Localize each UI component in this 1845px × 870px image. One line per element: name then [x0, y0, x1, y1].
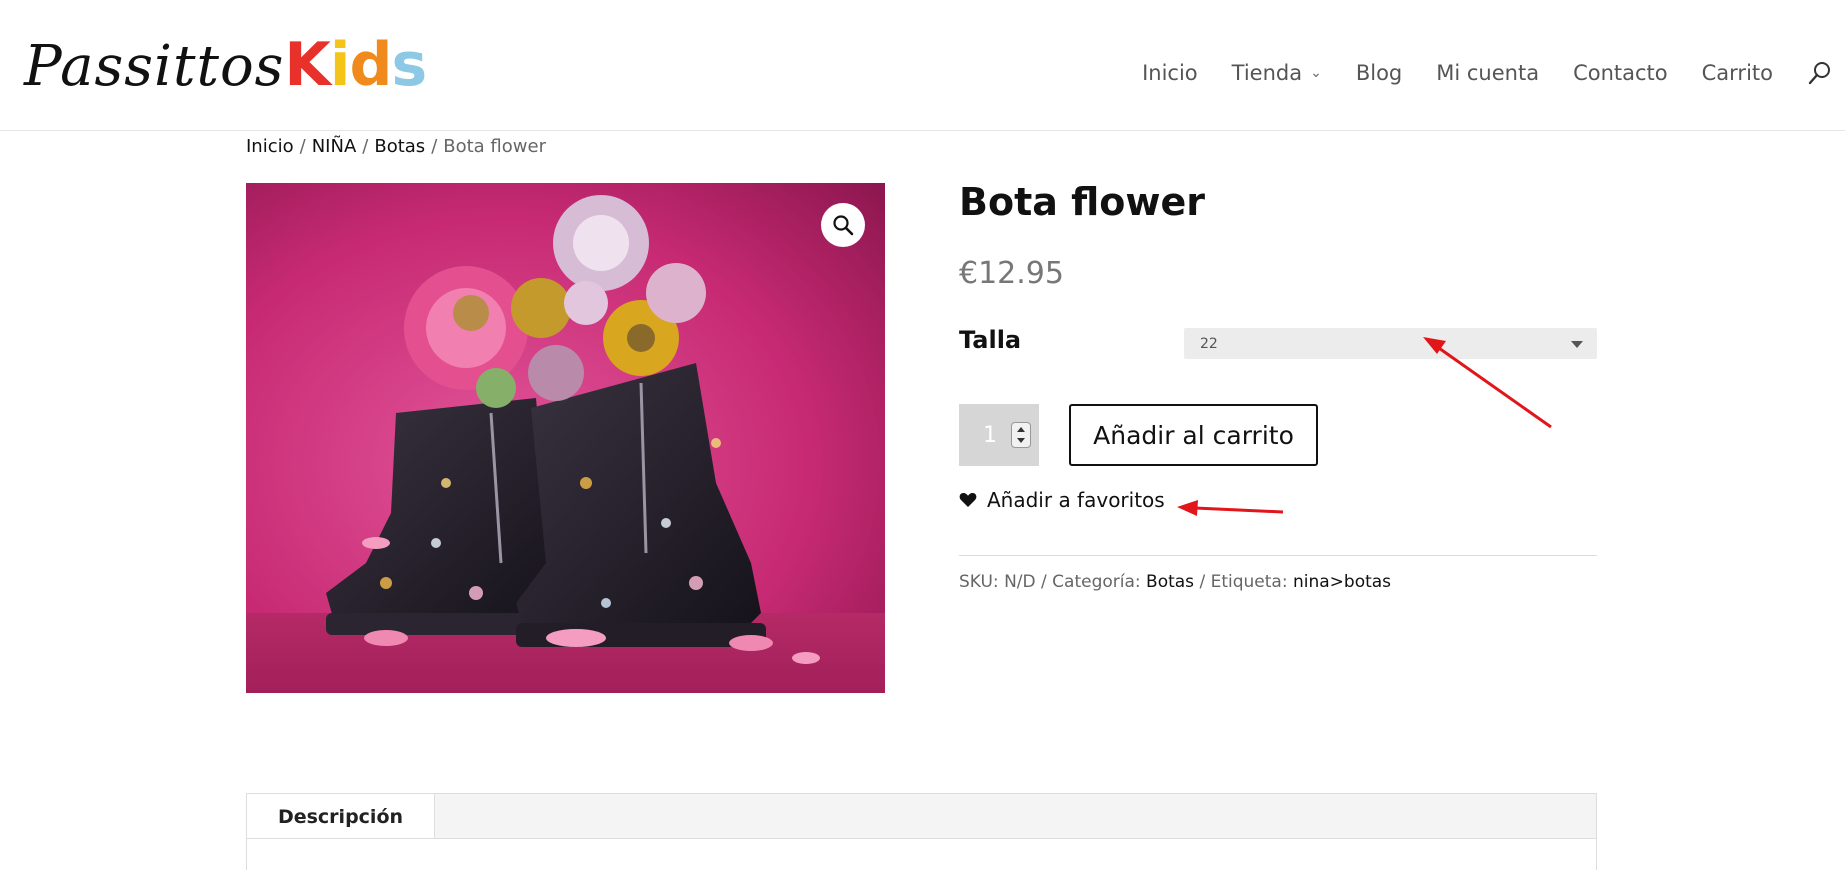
- zoom-button[interactable]: [821, 203, 865, 247]
- chevron-down-icon: ⌄: [1310, 65, 1322, 81]
- site-logo[interactable]: Passittos Kids: [24, 30, 427, 100]
- logo-letter: i: [329, 30, 351, 100]
- main-nav: Inicio Tienda ⌄ Blog Mi cuenta Contacto C…: [1108, 58, 1845, 88]
- add-to-cart-button[interactable]: Añadir al carrito: [1069, 404, 1318, 466]
- nav-item-label: Carrito: [1701, 61, 1773, 85]
- site-header: Passittos Kids Inicio Tienda ⌄ Blog Mi cu…: [0, 0, 1845, 131]
- nav-item-label: Inicio: [1142, 61, 1198, 85]
- nav-item-label: Blog: [1355, 61, 1403, 85]
- summary-divider: [959, 555, 1597, 556]
- logo-text-kids: Kids: [284, 30, 427, 100]
- caret-down-icon: [1571, 341, 1583, 348]
- product-photo: [246, 183, 885, 693]
- heart-icon: [959, 492, 977, 508]
- sku-label: SKU:: [959, 572, 999, 592]
- size-select-value: 22: [1200, 335, 1218, 352]
- stepper-up-icon[interactable]: [1017, 427, 1025, 432]
- product-meta: SKU: N/D / Categoría: Botas / Etiqueta: …: [959, 572, 1392, 592]
- nav-item-inicio[interactable]: Inicio: [1142, 61, 1198, 85]
- logo-letter: K: [284, 30, 330, 100]
- wishlist-label: Añadir a favoritos: [987, 488, 1165, 512]
- breadcrumb-current: Bota flower: [443, 136, 546, 157]
- breadcrumb-separator: /: [299, 136, 306, 157]
- quantity-value: 1: [983, 422, 997, 448]
- quantity-input[interactable]: 1: [959, 404, 1039, 466]
- product-title: Bota flower: [959, 180, 1205, 224]
- tag-label: Etiqueta:: [1210, 572, 1288, 592]
- nav-item-carrito[interactable]: Carrito: [1702, 61, 1773, 85]
- annotation-arrow-wishlist: [1177, 500, 1284, 516]
- breadcrumb-link-inicio[interactable]: Inicio: [246, 136, 294, 157]
- logo-letter: d: [349, 30, 392, 100]
- quantity-stepper[interactable]: [1011, 422, 1031, 448]
- nav-item-contacto[interactable]: Contacto: [1573, 61, 1668, 85]
- breadcrumb-link-botas[interactable]: Botas: [374, 136, 425, 157]
- breadcrumb: Inicio / NIÑA / Botas / Bota flower: [246, 136, 546, 157]
- product-price: €12.95: [959, 256, 1064, 291]
- tab-panel-description: [246, 838, 1597, 870]
- sku-value: N/D: [1004, 572, 1036, 592]
- category-label: Categoría:: [1052, 572, 1141, 592]
- product-image[interactable]: [246, 183, 885, 693]
- tab-description[interactable]: Descripción: [246, 793, 435, 839]
- nav-item-mi-cuenta[interactable]: Mi cuenta: [1436, 61, 1539, 85]
- search-icon[interactable]: [1807, 60, 1833, 86]
- logo-letter: s: [391, 30, 427, 100]
- breadcrumb-separator: /: [431, 136, 438, 157]
- nav-item-label: Tienda: [1231, 61, 1303, 85]
- size-label: Talla: [959, 326, 1022, 354]
- add-to-wishlist-link[interactable]: Añadir a favoritos: [959, 488, 1165, 512]
- nav-item-label: Mi cuenta: [1436, 61, 1540, 85]
- breadcrumb-link-nina[interactable]: NIÑA: [312, 136, 357, 157]
- logo-text-passittos: Passittos: [24, 34, 285, 99]
- stepper-down-icon[interactable]: [1017, 438, 1025, 443]
- category-link[interactable]: Botas: [1146, 572, 1194, 592]
- tag-link[interactable]: nina>botas: [1293, 572, 1391, 592]
- zoom-icon: [833, 215, 854, 236]
- size-select[interactable]: 22: [1184, 328, 1597, 359]
- nav-item-tienda[interactable]: Tienda ⌄: [1232, 61, 1322, 85]
- nav-item-label: Contacto: [1573, 61, 1668, 85]
- breadcrumb-separator: /: [362, 136, 369, 157]
- nav-item-blog[interactable]: Blog: [1356, 61, 1402, 85]
